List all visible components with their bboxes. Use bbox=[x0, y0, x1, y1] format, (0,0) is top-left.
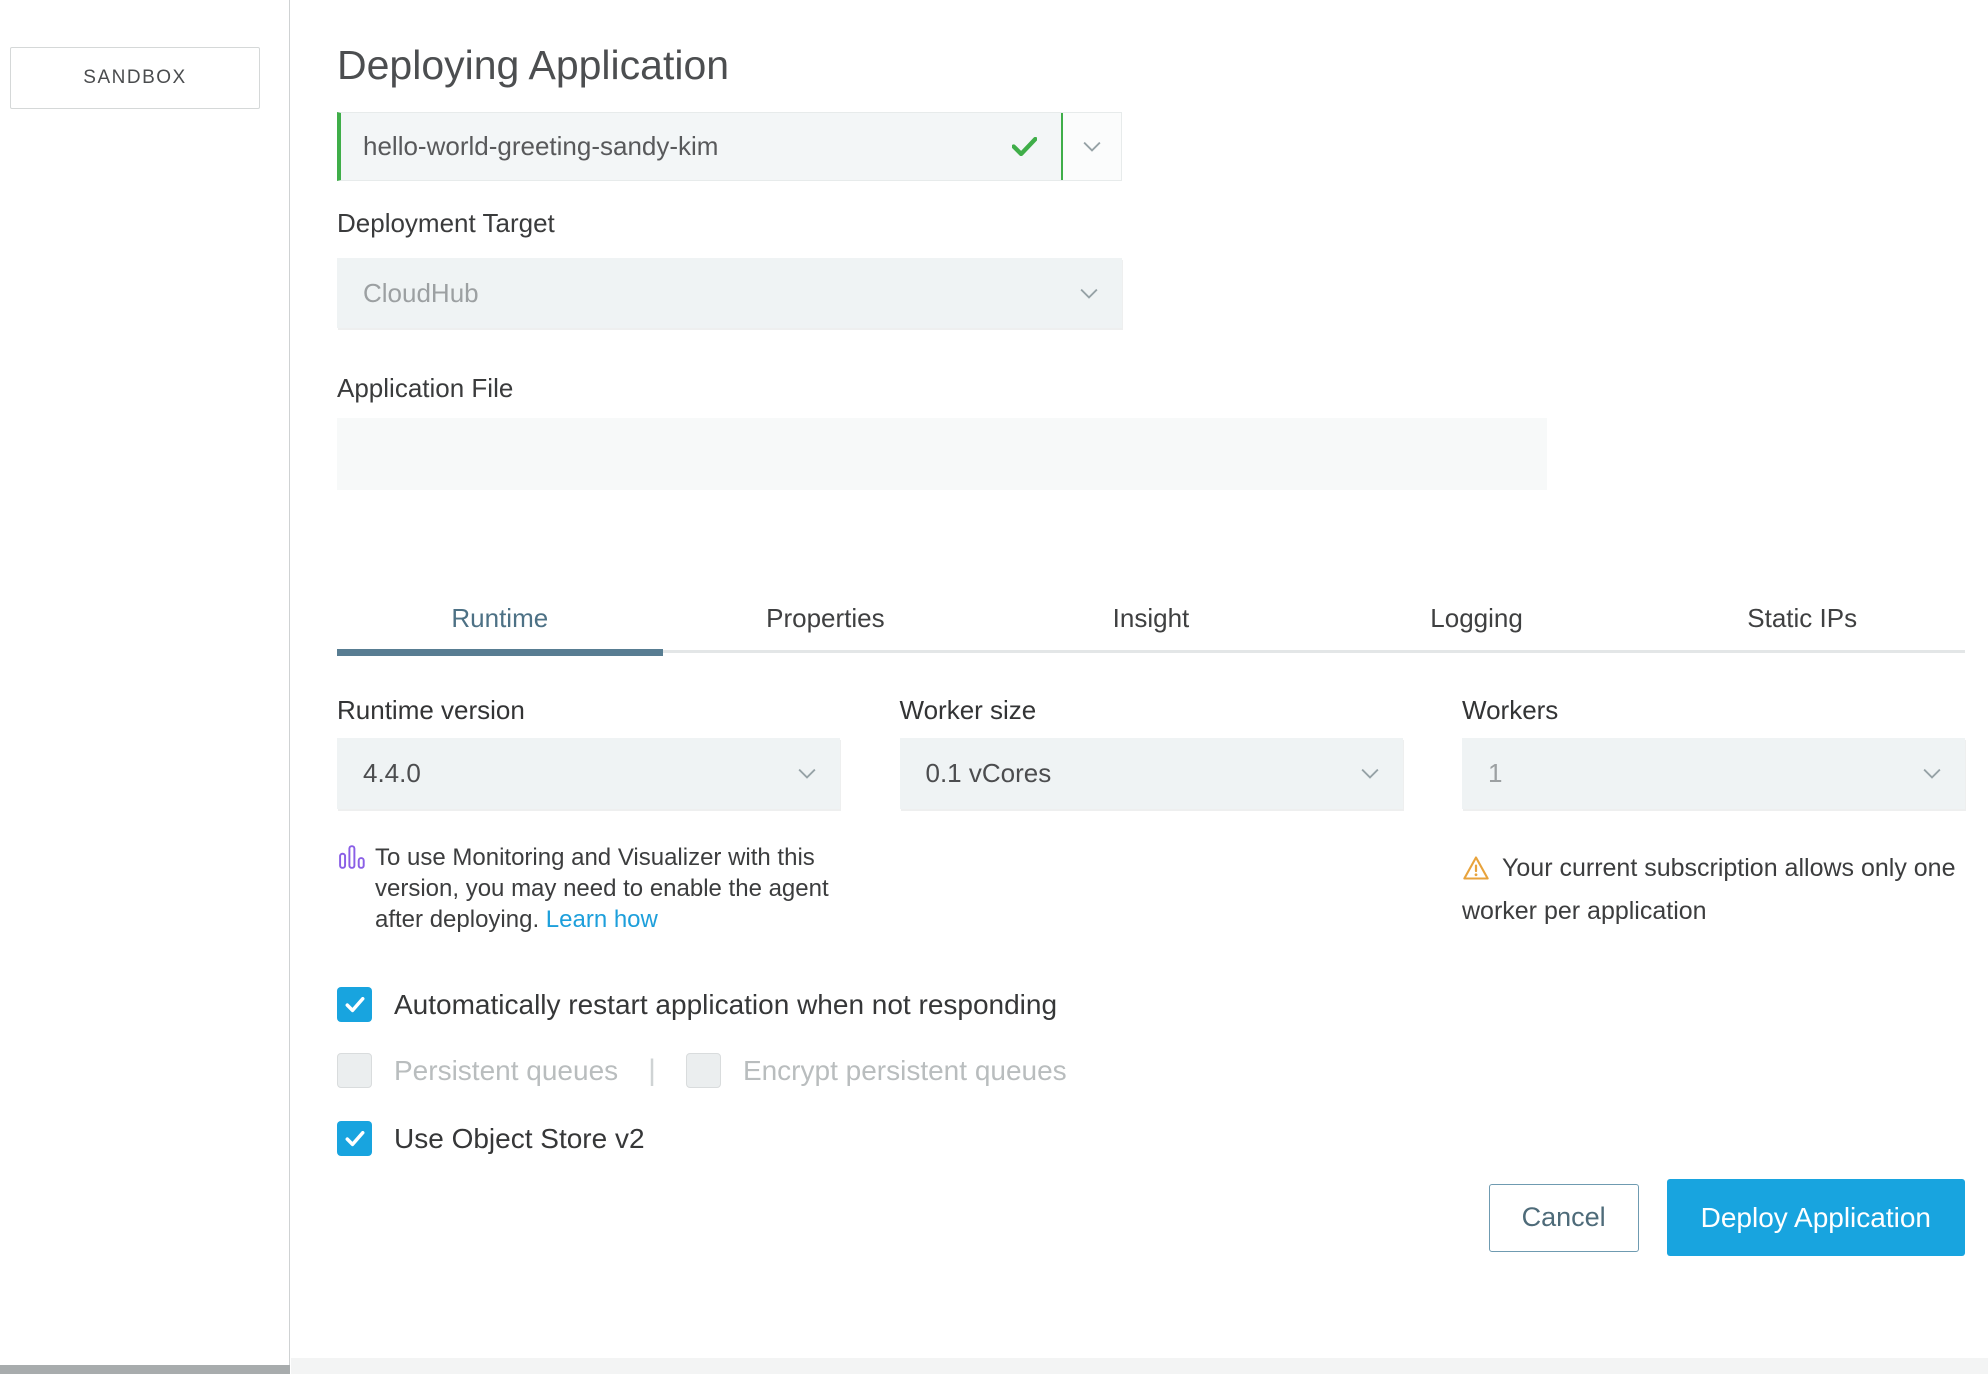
chevron-down-icon bbox=[1360, 768, 1379, 779]
app-name-value: hello-world-greeting-sandy-kim bbox=[363, 131, 719, 161]
worker-size-group: Worker size 0.1 vCores bbox=[899, 694, 1403, 935]
app-name-field[interactable]: hello-world-greeting-sandy-kim bbox=[337, 112, 1122, 181]
deployment-target-value: CloudHub bbox=[363, 277, 479, 308]
monitoring-note-text-block: To use Monitoring and Visualizer with th… bbox=[375, 842, 840, 935]
runtime-version-group: Runtime version 4.4.0 To use Monitoring … bbox=[337, 694, 840, 935]
runtime-settings-row: Runtime version 4.4.0 To use Monitoring … bbox=[337, 694, 1965, 935]
deploy-application-page: SANDBOX Deploying Application hello-worl… bbox=[0, 0, 1988, 1374]
app-name-input[interactable]: hello-world-greeting-sandy-kim bbox=[341, 113, 1063, 180]
deployment-target-select[interactable]: CloudHub bbox=[337, 258, 1122, 328]
object-store-row: Use Object Store v2 bbox=[337, 1121, 1964, 1156]
workers-warning: Your current subscription allows only on… bbox=[1462, 849, 1982, 930]
chevron-down-icon bbox=[798, 768, 816, 779]
workers-warning-text: Your current subscription allows only on… bbox=[1462, 854, 1956, 925]
sidebar-bottom-bar bbox=[0, 1365, 290, 1374]
application-file-label: Application File bbox=[337, 373, 514, 403]
chevron-down-icon bbox=[1080, 288, 1098, 299]
chevron-down-icon bbox=[1923, 768, 1941, 779]
persistent-queues-row: Persistent queues | Encrypt persistent q… bbox=[337, 1053, 1964, 1088]
learn-how-link[interactable]: Learn how bbox=[546, 906, 658, 933]
page-title: Deploying Application bbox=[337, 42, 730, 88]
encrypt-persistent-queues-checkbox[interactable] bbox=[685, 1053, 721, 1088]
sidebar: SANDBOX bbox=[0, 0, 290, 1374]
worker-size-value: 0.1 vCores bbox=[925, 758, 1052, 788]
workers-value: 1 bbox=[1488, 758, 1503, 788]
tab-logging[interactable]: Logging bbox=[1314, 603, 1640, 650]
main-content: Deploying Application hello-world-greeti… bbox=[291, 0, 1988, 1358]
use-object-store-v2-checkbox[interactable] bbox=[337, 1121, 372, 1156]
settings-tabs: Runtime Properties Insight Logging Stati… bbox=[337, 603, 1965, 656]
workers-group: Workers 1 Your current subscription allo… bbox=[1462, 694, 1965, 935]
runtime-options: Automatically restart application when n… bbox=[337, 987, 1964, 1156]
monitoring-note: To use Monitoring and Visualizer with th… bbox=[337, 842, 840, 935]
runtime-version-select[interactable]: 4.4.0 bbox=[337, 738, 840, 809]
tab-insight[interactable]: Insight bbox=[988, 603, 1314, 650]
worker-size-label: Worker size bbox=[899, 695, 1037, 725]
application-file-input[interactable] bbox=[337, 418, 1547, 490]
persistent-queues-checkbox[interactable] bbox=[337, 1053, 372, 1088]
tab-properties[interactable]: Properties bbox=[663, 603, 989, 650]
use-object-store-v2-label: Use Object Store v2 bbox=[394, 1122, 645, 1154]
sandbox-environment-button[interactable]: SANDBOX bbox=[10, 47, 260, 109]
encrypt-persistent-queues-label: Encrypt persistent queues bbox=[742, 1054, 1067, 1086]
tab-static-ips[interactable]: Static IPs bbox=[1639, 603, 1965, 650]
deployment-target-label: Deployment Target bbox=[337, 208, 555, 238]
environment-label: SANDBOX bbox=[83, 67, 187, 88]
monitoring-equalizer-icon bbox=[339, 845, 365, 874]
page-bottom-strip bbox=[291, 1358, 1988, 1374]
auto-restart-label: Automatically restart application when n… bbox=[394, 988, 1058, 1020]
auto-restart-checkbox[interactable] bbox=[337, 987, 372, 1022]
success-check-icon bbox=[1012, 137, 1037, 156]
runtime-version-value: 4.4.0 bbox=[363, 758, 421, 788]
runtime-version-label: Runtime version bbox=[337, 695, 525, 725]
warning-triangle-icon bbox=[1462, 854, 1490, 892]
vertical-divider: | bbox=[648, 1053, 656, 1087]
auto-restart-row: Automatically restart application when n… bbox=[337, 987, 1964, 1022]
tab-runtime[interactable]: Runtime bbox=[337, 603, 663, 656]
chevron-down-icon bbox=[1083, 141, 1101, 152]
cancel-button[interactable]: Cancel bbox=[1488, 1183, 1639, 1252]
workers-label: Workers bbox=[1462, 695, 1559, 725]
workers-select[interactable]: 1 bbox=[1462, 738, 1965, 809]
persistent-queues-label: Persistent queues bbox=[394, 1054, 619, 1086]
action-buttons: Cancel Deploy Application bbox=[337, 1179, 1965, 1256]
app-name-dropdown-button[interactable] bbox=[1063, 113, 1121, 180]
worker-size-select[interactable]: 0.1 vCores bbox=[899, 738, 1403, 809]
deploy-application-button[interactable]: Deploy Application bbox=[1666, 1179, 1965, 1256]
